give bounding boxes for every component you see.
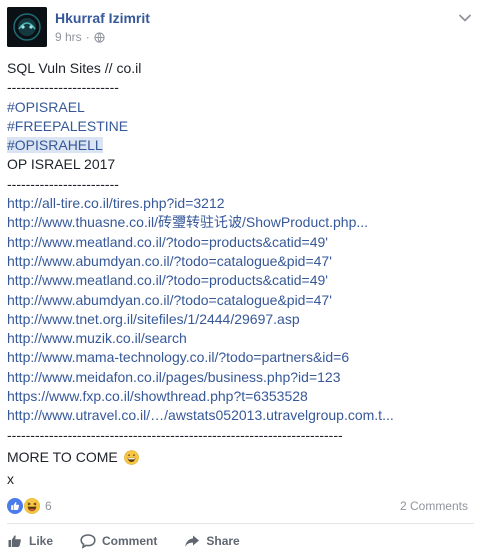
divider-text: ----------------------------------------… xyxy=(7,426,343,443)
chevron-down-icon[interactable] xyxy=(458,11,472,25)
url-line: http://www.meatland.co.il/?todo=products… xyxy=(7,233,474,252)
post-body: SQL Vuln Sites // co.il ----------------… xyxy=(7,59,474,490)
post-meta: 9 hrs · xyxy=(55,30,105,44)
url-line: http://www.thuasne.co.il/砖瓕转驻讬诐/ShowProd… xyxy=(7,213,474,232)
globe-icon[interactable] xyxy=(94,31,105,43)
comments-count-link[interactable]: 2 Comments xyxy=(400,499,468,513)
post-text-line: OP ISRAEL 2017 xyxy=(7,156,116,173)
post-header: Hkurraf Izimrit 9 hrs · xyxy=(7,7,484,49)
post-timestamp[interactable]: 9 hrs xyxy=(55,30,82,44)
divider-text: ------------------------ xyxy=(7,79,119,96)
comment-button[interactable]: Comment xyxy=(80,533,157,549)
comment-icon xyxy=(80,534,96,549)
url-line: http://www.meatland.co.il/?todo=products… xyxy=(7,271,474,290)
url-link[interactable]: https://www.fxp.co.il/showthread.php?t=6… xyxy=(7,388,308,404)
url-line: http://www.abumdyan.co.il/?todo=catalogu… xyxy=(7,291,474,310)
like-button[interactable]: Like xyxy=(7,533,53,549)
url-link[interactable]: http://www.tnet.org.il/sitefiles/1/2444/… xyxy=(7,311,300,327)
post-author-name[interactable]: Hkurraf Izimrit xyxy=(55,10,150,26)
url-link[interactable]: http://www.thuasne.co.il/砖瓕转驻讬诐/ShowProd… xyxy=(7,214,368,230)
avatar-image xyxy=(7,7,47,47)
url-link[interactable]: http://www.utravel.co.il/…/awstats052013… xyxy=(7,407,394,423)
reaction-count: 6 xyxy=(45,499,52,513)
url-line: https://www.fxp.co.il/showthread.php?t=6… xyxy=(7,387,474,406)
url-link[interactable]: http://www.meatland.co.il/?todo=products… xyxy=(7,234,328,250)
post-text-line: x xyxy=(7,471,14,488)
hashtag-line: #FREEPALESTINE xyxy=(7,117,474,136)
hashtag-line: #OPISRAHELL xyxy=(7,136,474,155)
url-link[interactable]: http://www.mama-technology.co.il/?todo=p… xyxy=(7,349,349,365)
post-text-line: SQL Vuln Sites // co.il xyxy=(7,60,142,76)
share-arrow-icon xyxy=(185,535,200,547)
url-link[interactable]: http://all-tire.co.il/tires.php?id=3212 xyxy=(7,195,225,211)
divider-text: ------------------------ xyxy=(7,175,119,192)
url-line: http://www.meidafon.co.il/pages/business… xyxy=(7,368,474,387)
url-line: http://all-tire.co.il/tires.php?id=3212 xyxy=(7,194,474,213)
url-line: http://www.tnet.org.il/sitefiles/1/2444/… xyxy=(7,310,474,329)
post-action-bar: Like Comment Share xyxy=(7,528,474,554)
like-label: Like xyxy=(29,534,54,548)
url-link[interactable]: http://www.abumdyan.co.il/?todo=catalogu… xyxy=(7,292,332,308)
comment-label: Comment xyxy=(102,534,158,548)
grinning-emoji-icon xyxy=(123,450,139,465)
hashtag-link-highlighted[interactable]: #OPISRAHELL xyxy=(7,137,103,154)
thumbs-up-icon xyxy=(8,535,21,547)
action-divider xyxy=(7,523,474,524)
haha-reaction-icon xyxy=(24,498,40,514)
url-line: http://www.abumdyan.co.il/?todo=catalogu… xyxy=(7,252,474,271)
hashtag-link[interactable]: #OPISRAEL xyxy=(7,99,85,115)
post-text-line: MORE TO COME xyxy=(7,448,474,467)
share-button[interactable]: Share xyxy=(184,533,240,549)
url-link[interactable]: http://www.meidafon.co.il/pages/business… xyxy=(7,369,341,385)
share-label: Share xyxy=(206,534,240,548)
avatar[interactable] xyxy=(7,7,47,47)
hashtag-link[interactable]: #FREEPALESTINE xyxy=(7,118,128,134)
url-link[interactable]: http://www.muzik.co.il/search xyxy=(7,330,187,346)
like-reaction-icon xyxy=(7,498,23,514)
url-line: http://www.muzik.co.il/search xyxy=(7,329,474,348)
meta-separator: · xyxy=(85,30,90,44)
reactions-summary[interactable]: 6 xyxy=(7,496,52,516)
hashtag-line: #OPISRAEL xyxy=(7,98,474,117)
url-link[interactable]: http://www.abumdyan.co.il/?todo=catalogu… xyxy=(7,253,332,269)
url-link[interactable]: http://www.meatland.co.il/?todo=products… xyxy=(7,272,328,288)
url-line: http://www.utravel.co.il/…/awstats052013… xyxy=(7,406,474,425)
url-line: http://www.mama-technology.co.il/?todo=p… xyxy=(7,348,474,367)
